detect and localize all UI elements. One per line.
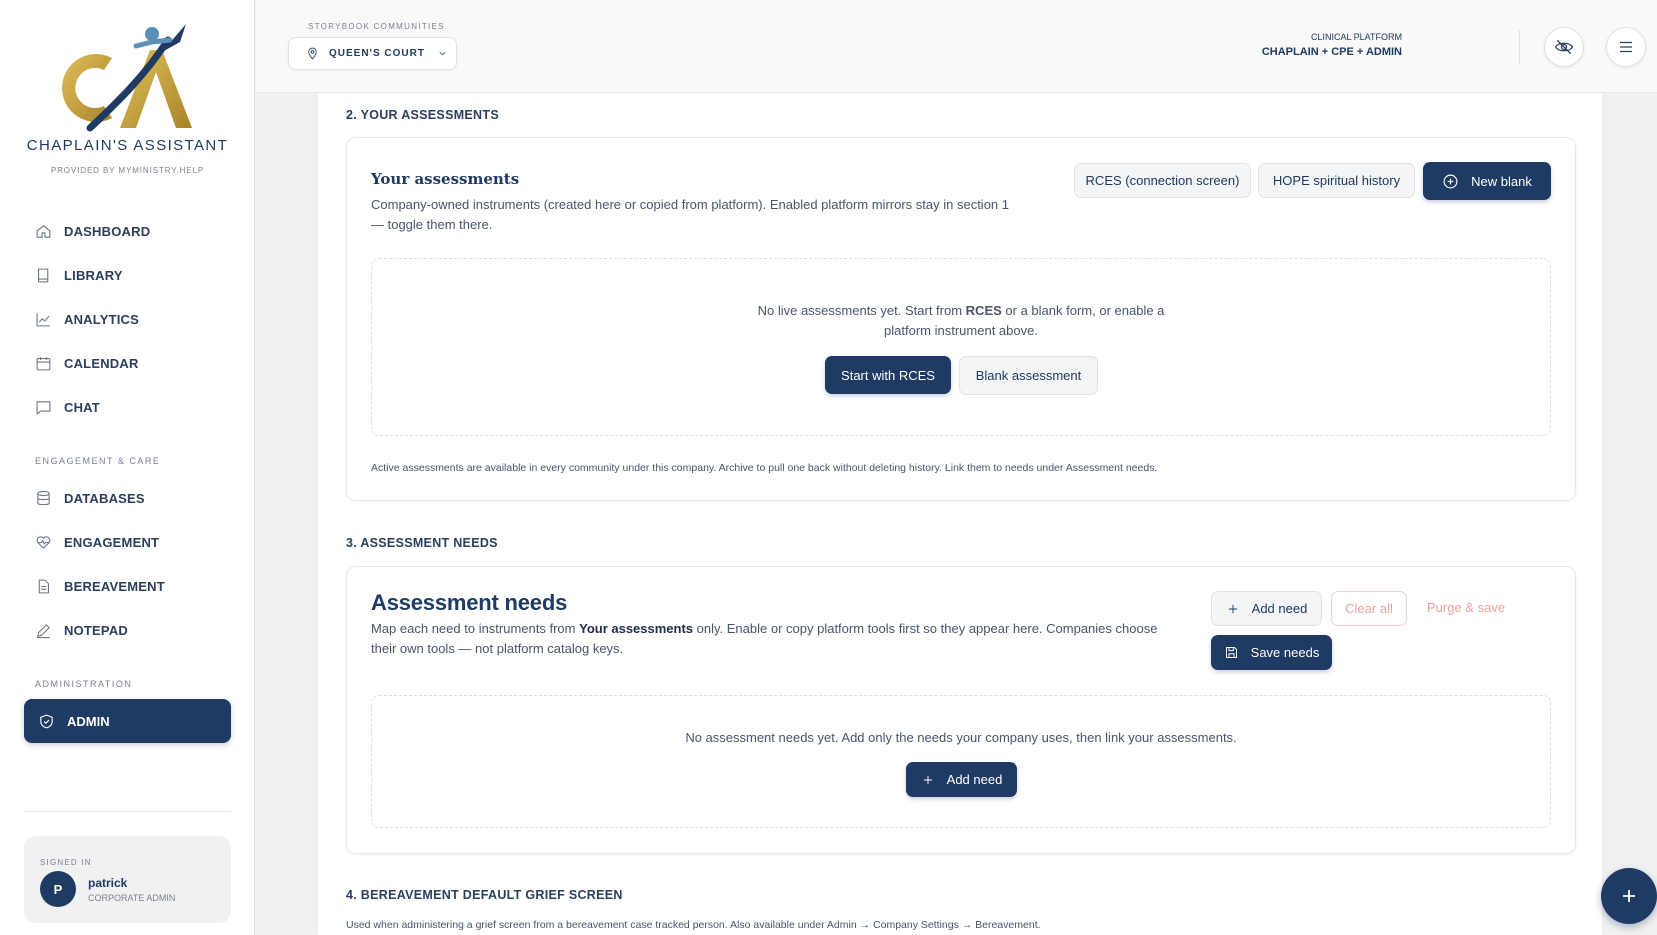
chaplains-assistant-logo[interactable]: [50, 20, 200, 132]
add-need-label: Add need: [1251, 601, 1308, 616]
shield-icon: [40, 714, 53, 728]
nav-label: CALENDAR: [64, 355, 139, 371]
eye-off-icon: [1554, 39, 1574, 55]
pen-icon: [37, 623, 50, 638]
platform-label: CLINICAL PLATFORM: [1310, 32, 1402, 42]
hope-template-button[interactable]: HOPE spiritual history: [1258, 163, 1415, 198]
section-heading-your-assessments: 2. YOUR ASSESSMENTS: [346, 108, 499, 122]
nav-item-admin[interactable]: ADMIN: [24, 699, 231, 743]
nav-item-chat[interactable]: CHAT: [35, 394, 100, 420]
save-needs-label: Save needs: [1250, 645, 1320, 660]
brand-subtitle: PROVIDED BY MYMINISTRY.HELP: [50, 166, 205, 175]
floating-add-button[interactable]: [1601, 868, 1657, 924]
user-role: CORPORATE ADMIN: [88, 893, 176, 903]
empty-state-text: No assessment needs yet. Add only the ne…: [685, 730, 1237, 745]
assessments-footnote: Active assessments are available in ever…: [371, 462, 1158, 474]
document-icon: [38, 579, 49, 593]
nav-label: LIBRARY: [64, 267, 123, 283]
community-value: QUEEN'S COURT: [329, 48, 425, 59]
rces-template-button[interactable]: RCES (connection screen): [1074, 163, 1251, 198]
card-description: Company-owned instruments (created here …: [371, 195, 1051, 235]
avatar: P: [40, 871, 76, 907]
add-need-button[interactable]: Add need: [1211, 591, 1322, 626]
nav-label: ENGAGEMENT: [64, 534, 160, 550]
nav-item-dashboard[interactable]: DASHBOARD: [35, 218, 150, 244]
nav-label: CHAT: [64, 399, 100, 415]
nav-item-calendar[interactable]: CALENDAR: [35, 350, 139, 376]
chat-icon: [36, 400, 51, 415]
add-need-center-button[interactable]: Add need: [906, 762, 1017, 797]
start-with-rces-button[interactable]: Start with RCES: [825, 356, 951, 394]
add-need-label: Add need: [946, 772, 1003, 787]
brand-name: CHAPLAIN'S ASSISTANT: [26, 137, 229, 154]
new-blank-button[interactable]: New blank: [1423, 162, 1551, 200]
empty-state-text: No live assessments yet. Start from RCES…: [757, 303, 1165, 338]
section-heading-assessment-needs: 3. ASSESSMENT NEEDS: [346, 536, 498, 550]
nav-item-library[interactable]: LIBRARY: [35, 262, 123, 288]
sidebar: CHAPLAIN'S ASSISTANT PROVIDED BY MYMINIS…: [0, 0, 255, 935]
section-heading-bereavement: 4. BEREAVEMENT DEFAULT GRIEF SCREEN: [346, 888, 623, 902]
menu-button[interactable]: [1606, 27, 1646, 67]
topbar: STORYBOOK COMMUNITIES QUEEN'S COURT CLIN…: [256, 0, 1657, 93]
assessments-empty-state: No live assessments yet. Start from RCES…: [371, 258, 1551, 436]
blank-assessment-button[interactable]: Blank assessment: [959, 356, 1098, 395]
database-icon: [37, 490, 50, 505]
nav-item-bereavement[interactable]: BEREAVEMENT: [35, 573, 165, 599]
home-icon: [36, 224, 51, 238]
platform-roles: CHAPLAIN + CPE + ADMIN: [1261, 46, 1402, 58]
calendar-icon: [36, 356, 51, 370]
signed-in-label: SIGNED IN: [40, 858, 92, 867]
nav-label: NOTEPAD: [64, 622, 128, 638]
plus-icon: [1623, 890, 1635, 902]
signed-in-card[interactable]: SIGNED IN P patrick CORPORATE ADMIN: [24, 836, 231, 923]
save-needs-button[interactable]: Save needs: [1211, 635, 1332, 670]
card-title: Your assessments: [371, 170, 520, 188]
card-title: Assessment needs: [371, 590, 568, 615]
nav-label: BEREAVEMENT: [64, 578, 165, 594]
plus-circle-icon: [1443, 174, 1458, 188]
menu-icon: [1620, 41, 1632, 53]
topbar-separator: [1519, 30, 1520, 64]
nav-label: ADMIN: [67, 713, 110, 729]
card-description-line: Company-owned instruments (created here …: [371, 197, 1009, 212]
nav-item-notepad[interactable]: NOTEPAD: [35, 617, 128, 643]
user-name: patrick: [88, 876, 128, 890]
purge-and-save-button[interactable]: Purge & save: [1427, 600, 1505, 615]
bereavement-description: Used when administering a grief screen f…: [346, 919, 1041, 931]
needs-empty-state: No assessment needs yet. Add only the ne…: [371, 695, 1551, 828]
map-pin-icon: [308, 47, 317, 60]
nav-item-analytics[interactable]: ANALYTICS: [35, 306, 139, 332]
nav-item-databases[interactable]: DATABASES: [35, 485, 145, 511]
nav-label: DATABASES: [64, 490, 145, 506]
assessment-needs-card: Assessment needs Map each need to instru…: [346, 566, 1576, 854]
nav-label: DASHBOARD: [64, 223, 151, 239]
your-assessments-card: Your assessments Company-owned instrumen…: [346, 137, 1576, 501]
nav-section-engagement: ENGAGEMENT & CARE: [35, 456, 161, 466]
heart-pulse-icon: [36, 535, 51, 549]
card-description: Map each need to instruments from Your a…: [371, 621, 1158, 656]
card-description-line: — toggle them there.: [371, 217, 493, 232]
new-blank-label: New blank: [1471, 173, 1532, 189]
nav-item-engagement[interactable]: ENGAGEMENT: [35, 529, 159, 555]
plus-icon: [923, 775, 932, 784]
nav-label: ANALYTICS: [64, 311, 139, 327]
book-icon: [38, 268, 49, 282]
community-label: STORYBOOK COMMUNITIES: [308, 22, 445, 31]
hide-visibility-button[interactable]: [1544, 27, 1584, 67]
chart-icon: [36, 312, 50, 326]
community-select[interactable]: QUEEN'S COURT: [288, 37, 457, 70]
nav-section-administration: ADMINISTRATION: [35, 679, 133, 689]
plus-icon: [1228, 604, 1237, 613]
chevron-down-icon: [439, 51, 446, 56]
save-icon: [1225, 647, 1237, 658]
clear-all-button[interactable]: Clear all: [1331, 591, 1407, 626]
sidebar-divider: [24, 811, 231, 812]
